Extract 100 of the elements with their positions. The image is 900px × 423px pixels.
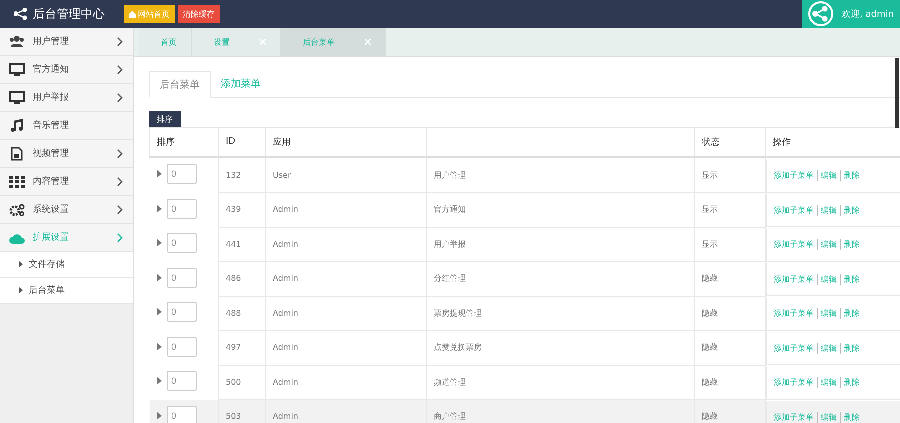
monitor-icon bbox=[9, 90, 25, 104]
table-cell: Admin bbox=[266, 330, 426, 365]
sort-order-field[interactable]: 0 bbox=[166, 302, 196, 322]
column-header: 排序 bbox=[150, 128, 218, 157]
action-link[interactable]: 编辑 bbox=[817, 170, 840, 181]
chevron-icon bbox=[117, 148, 123, 158]
video-file-icon bbox=[9, 146, 25, 160]
table-cell: 488 bbox=[218, 296, 266, 330]
share-icon bbox=[14, 8, 28, 20]
sidebar-item[interactable]: 用户管理 bbox=[0, 28, 133, 56]
action-link[interactable]: 添加子菜单 bbox=[774, 308, 817, 319]
table-cell: Admin bbox=[266, 227, 426, 262]
table-cell: Admin bbox=[266, 192, 426, 227]
sort-order-field[interactable]: 0 bbox=[166, 198, 196, 218]
table-cell: 隐藏 bbox=[694, 262, 766, 296]
sidebar-item[interactable]: 系统设置 bbox=[0, 196, 133, 224]
action-link[interactable]: 编辑 bbox=[817, 377, 840, 388]
sidebar-subitem[interactable]: 后台菜单 bbox=[0, 278, 133, 304]
gears-icon bbox=[9, 202, 25, 216]
sort-order-field[interactable]: 0 bbox=[166, 164, 196, 184]
sidebar-item[interactable]: 音乐管理 bbox=[0, 112, 133, 140]
action-link[interactable]: 删除 bbox=[840, 274, 863, 284]
table-cell: 隐藏 bbox=[694, 400, 766, 423]
action-link[interactable]: 添加子菜单 bbox=[774, 204, 817, 216]
welcome-text: 欢迎, admin bbox=[842, 8, 894, 20]
users-icon bbox=[9, 34, 25, 48]
content-tab[interactable]: 后台菜单 bbox=[149, 71, 211, 98]
scrollbar[interactable] bbox=[895, 58, 899, 128]
table-cell: 票房提现管理 bbox=[426, 296, 694, 330]
page-tab[interactable]: 首页 bbox=[139, 28, 192, 56]
caret-icon bbox=[19, 287, 23, 294]
expand-caret-icon bbox=[156, 170, 162, 178]
sort-order-field[interactable]: 0 bbox=[166, 371, 196, 391]
chevron-icon bbox=[117, 36, 123, 46]
sort-order-field[interactable]: 0 bbox=[166, 268, 196, 288]
app-title: 后台管理中心 bbox=[33, 6, 105, 22]
expand-caret-icon bbox=[156, 204, 162, 212]
table-cell: Admin bbox=[266, 296, 426, 330]
expand-caret-icon bbox=[156, 308, 162, 316]
column-header: 状态 bbox=[694, 128, 766, 157]
action-link[interactable]: 编辑 bbox=[817, 239, 840, 250]
action-link[interactable]: 删除 bbox=[840, 377, 863, 388]
clear-cache-button[interactable]: 清除缓存 bbox=[178, 5, 220, 23]
caret-icon bbox=[19, 261, 23, 268]
table-cell: 503 bbox=[218, 400, 266, 423]
action-link[interactable]: 添加子菜单 bbox=[774, 274, 817, 284]
table-cell: 商户管理 bbox=[426, 400, 694, 423]
sort-order-field[interactable]: 0 bbox=[166, 233, 196, 253]
action-link[interactable]: 删除 bbox=[840, 308, 863, 319]
action-link[interactable]: 编辑 bbox=[817, 274, 840, 284]
chevron-icon bbox=[117, 64, 123, 74]
column-header: 应用 bbox=[266, 128, 426, 157]
sidebar-item[interactable]: 用户举报 bbox=[0, 84, 133, 112]
table-cell: 132 bbox=[218, 157, 266, 192]
sidebar-item[interactable]: 内容管理 bbox=[0, 168, 133, 196]
sort-order-field[interactable]: 0 bbox=[166, 406, 196, 423]
page-tab[interactable]: 后台菜单 bbox=[281, 28, 386, 56]
share-circle-icon bbox=[808, 1, 834, 27]
action-link[interactable]: 删除 bbox=[840, 239, 863, 250]
action-link[interactable]: 编辑 bbox=[817, 342, 840, 354]
monitor-icon bbox=[9, 62, 25, 76]
table-cell: 用户管理 bbox=[426, 157, 694, 192]
action-link[interactable]: 编辑 bbox=[817, 308, 840, 319]
table-cell: 显示 bbox=[694, 227, 766, 262]
chevron-icon bbox=[117, 204, 123, 214]
table-cell: 497 bbox=[218, 330, 266, 365]
music-note-icon bbox=[9, 118, 25, 132]
action-link[interactable]: 删除 bbox=[840, 342, 863, 354]
content-tab[interactable]: 添加菜单 bbox=[211, 71, 271, 97]
action-link[interactable]: 编辑 bbox=[817, 412, 840, 422]
action-link[interactable]: 添加子菜单 bbox=[774, 377, 817, 388]
sort-order-field[interactable]: 0 bbox=[166, 336, 196, 356]
chevron-icon bbox=[117, 92, 123, 102]
table-cell: 显示 bbox=[694, 157, 766, 192]
action-link[interactable]: 编辑 bbox=[817, 204, 840, 216]
column-header: 操作 bbox=[766, 128, 900, 157]
chevron-icon bbox=[117, 232, 123, 242]
action-link[interactable]: 删除 bbox=[840, 412, 863, 422]
expand-caret-icon bbox=[156, 377, 162, 385]
action-link[interactable]: 添加子菜单 bbox=[774, 170, 817, 181]
action-link[interactable]: 删除 bbox=[840, 170, 863, 181]
table-cell: 隐藏 bbox=[694, 296, 766, 330]
grid-icon bbox=[9, 174, 25, 188]
table-cell: Admin bbox=[266, 262, 426, 296]
sidebar-item[interactable]: 官方通知 bbox=[0, 56, 133, 84]
home-button[interactable]: 网站首页 bbox=[124, 5, 175, 23]
action-link[interactable]: 添加子菜单 bbox=[774, 342, 817, 354]
action-link[interactable]: 删除 bbox=[840, 204, 863, 216]
action-link[interactable]: 添加子菜单 bbox=[774, 239, 817, 250]
page-tab[interactable]: 设置 bbox=[192, 28, 281, 56]
table-cell: Admin bbox=[266, 400, 426, 423]
table-cell: User bbox=[266, 157, 426, 192]
table-cell: 显示 bbox=[694, 192, 766, 227]
sort-button[interactable]: 排序 bbox=[149, 111, 181, 127]
sidebar-subitem[interactable]: 文件存储 bbox=[0, 252, 133, 278]
sidebar-item[interactable]: 视频管理 bbox=[0, 140, 133, 168]
action-link[interactable]: 添加子菜单 bbox=[774, 412, 817, 422]
expand-caret-icon bbox=[156, 412, 162, 420]
sidebar-item[interactable]: 扩展设置 bbox=[0, 224, 133, 252]
chevron-icon bbox=[117, 176, 123, 186]
